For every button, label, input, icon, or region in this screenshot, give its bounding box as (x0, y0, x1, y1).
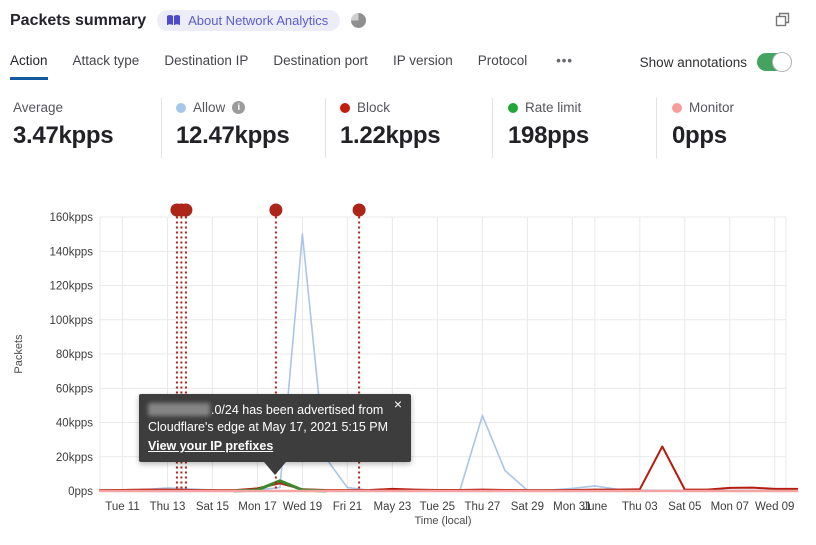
y-tick-label: 120kpps (50, 281, 94, 293)
x-tick-label: Fri 21 (333, 501, 362, 513)
annotation-marker[interactable] (269, 203, 283, 217)
y-axis-title: Packets (13, 334, 25, 374)
x-tick-label: Wed 19 (283, 501, 322, 513)
x-tick-label: Tue 25 (420, 501, 455, 513)
packets-chart[interactable]: 0pps 20kpps 40kpps 60kpps 80kpps 100kpps 120kp… (0, 0, 816, 545)
x-tick-label: Sat 05 (668, 501, 701, 513)
y-tick-label: 60kpps (56, 383, 93, 395)
x-tick-label: Tue 11 (105, 501, 140, 513)
annotation-tooltip: × .0/24 has been advertised from Cloudfl… (139, 394, 411, 475)
network-analytics-panel: Packets summary About Network Analytics … (0, 0, 816, 545)
x-tick-label: Wed 09 (755, 501, 794, 513)
x-tick-label: Mon 07 (711, 501, 749, 513)
x-tick-label: June (582, 501, 607, 513)
x-tick-label: Thu 27 (464, 501, 500, 513)
annotation-marker[interactable] (352, 203, 366, 217)
close-icon[interactable]: × (394, 397, 402, 411)
y-tick-label: 0pps (68, 486, 93, 498)
x-tick-label: Mon 17 (238, 501, 276, 513)
y-tick-label: 140kpps (50, 246, 94, 258)
tooltip-pointer (264, 462, 286, 475)
view-ip-prefixes-link[interactable]: View your IP prefixes (148, 438, 273, 455)
x-tick-label: May 23 (374, 501, 412, 513)
x-axis-title: Time (local) (414, 515, 471, 527)
y-tick-label: 40kpps (56, 418, 93, 430)
y-tick-label: 20kpps (56, 452, 93, 464)
x-tick-label: Thu 03 (622, 501, 658, 513)
x-tick-label: Sat 29 (511, 501, 544, 513)
y-tick-label: 160kpps (50, 212, 94, 224)
y-tick-label: 80kpps (56, 349, 93, 361)
redacted-ip-prefix (148, 403, 210, 416)
annotation-marker[interactable] (179, 203, 193, 217)
y-tick-label: 100kpps (50, 315, 94, 327)
x-tick-label: Thu 13 (150, 501, 186, 513)
x-tick-label: Sat 15 (196, 501, 229, 513)
